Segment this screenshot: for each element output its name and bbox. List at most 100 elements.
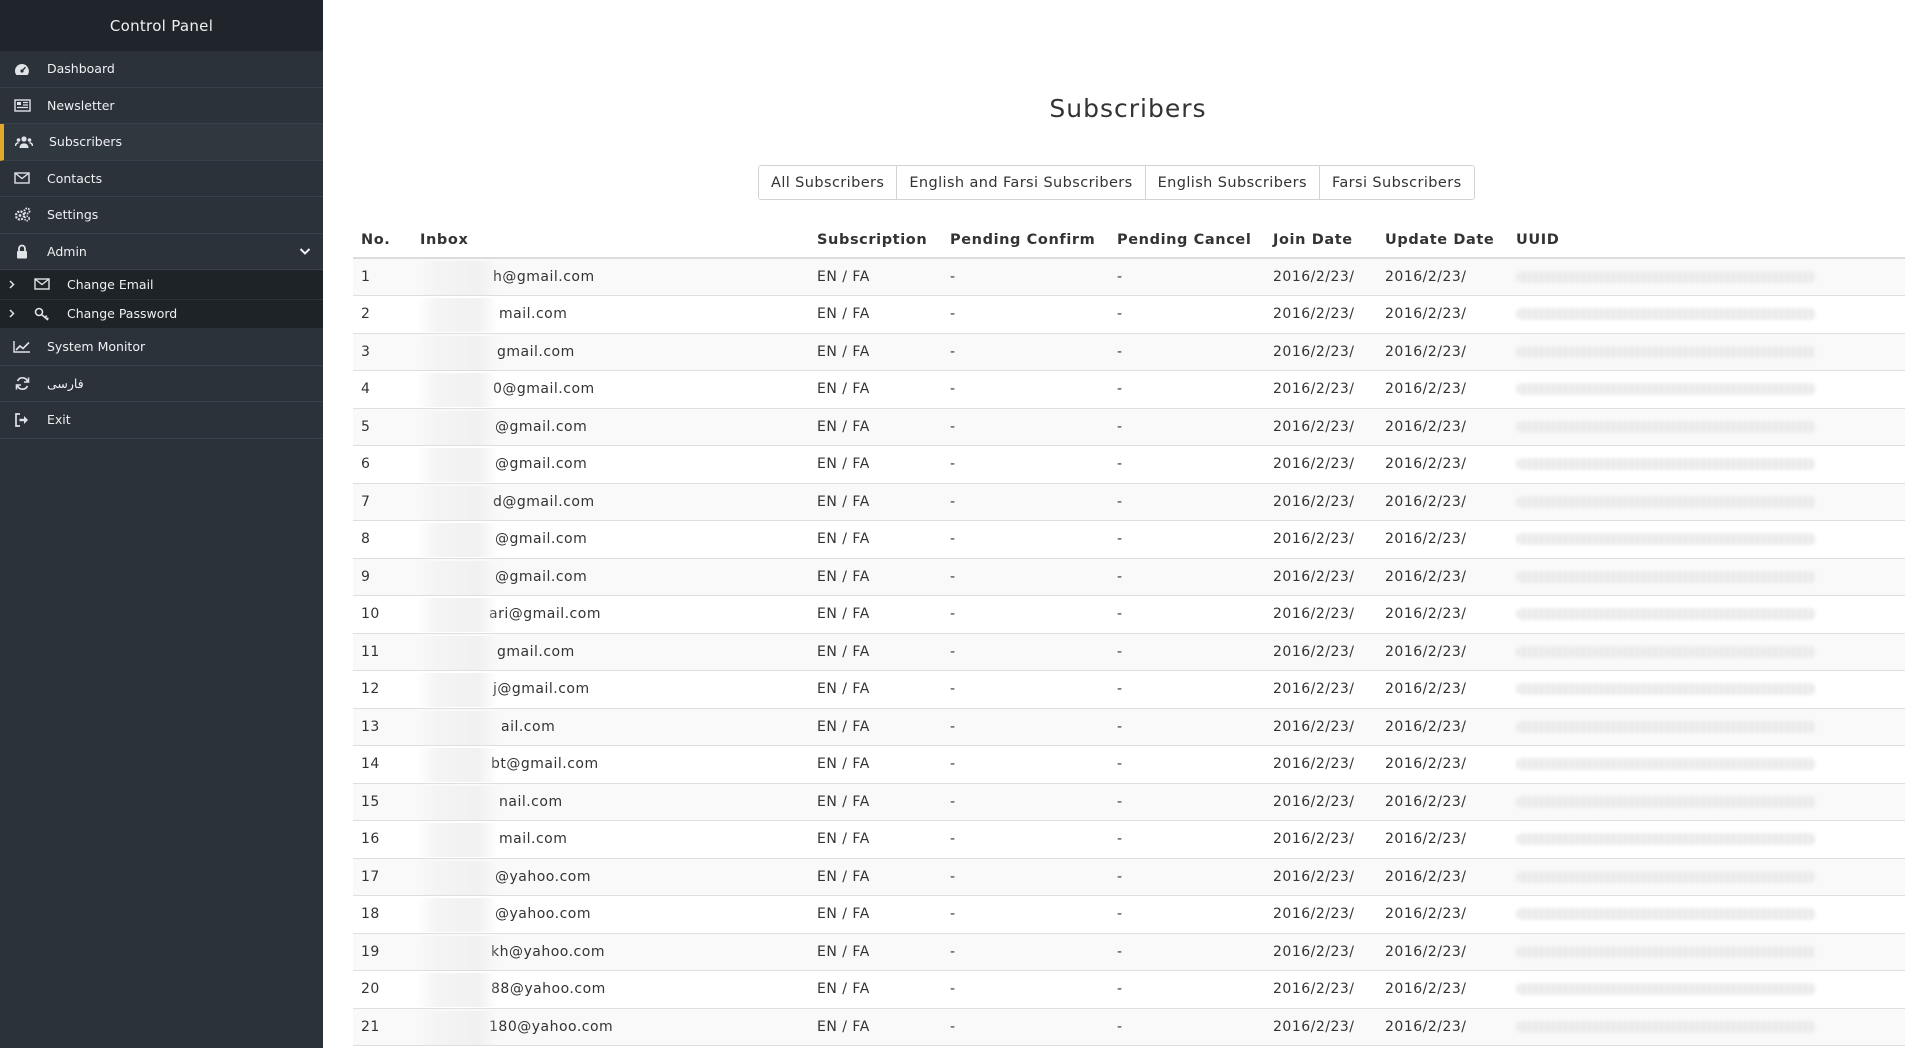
cell-inbox: @gmail.com: [412, 557, 809, 596]
cell-inbox: ail.com: [412, 707, 809, 746]
table-row[interactable]: 21 180@yahoo.com EN / FA - -2016/2/23/2016/2…: [353, 1007, 1905, 1046]
sidebar-item-label: Dashboard: [47, 61, 115, 77]
column-header-no[interactable]: No.: [353, 222, 412, 259]
table-row[interactable]: 13 ail.com EN / FA - -2016/2/23/2016/2/23/: [353, 707, 1905, 746]
cell-pending-cancel: -: [1109, 557, 1265, 596]
table-row[interactable]: 15 nail.com EN / FA - -2016/2/23/2016/2/23/: [353, 782, 1905, 821]
redaction-blur: [416, 560, 498, 595]
redaction-blur: [416, 261, 498, 295]
cell-pending-cancel: -: [1109, 295, 1265, 333]
column-header-uuid[interactable]: UUID: [1508, 222, 1905, 259]
column-header-pending-confirm[interactable]: Pending Confirm: [942, 222, 1109, 259]
column-header-update-date[interactable]: Update Date: [1377, 222, 1508, 259]
column-header-join-date[interactable]: Join Date: [1265, 222, 1377, 259]
cell-subscription: EN / FA: [809, 782, 942, 821]
sidebar-item-system-monitor[interactable]: System Monitor: [0, 329, 323, 366]
table-row[interactable]: 17 @yahoo.com EN / FA - -2016/2/23/2016/2/23…: [353, 857, 1905, 896]
chevron-down-icon[interactable]: [299, 244, 311, 259]
cell-pending-confirm: -: [942, 970, 1109, 1008]
filter-button-group: All Subscribers English and Farsi Subscr…: [758, 165, 1475, 200]
redaction-blur: [416, 1010, 498, 1045]
table-row[interactable]: 2 mail.com EN / FA - -2016/2/23/2016/2/23/: [353, 295, 1905, 333]
table-row[interactable]: 3 gmail.com EN / FA - -2016/2/23/2016/2/23/: [353, 332, 1905, 371]
column-header-pending-cancel[interactable]: Pending Cancel: [1109, 222, 1265, 259]
cell-pending-confirm: -: [942, 745, 1109, 783]
table-row[interactable]: 14 bt@gmail.com EN / FA - -2016/2/23/2016/2/…: [353, 745, 1905, 783]
sidebar-title: Control Panel: [0, 0, 323, 51]
cell-subscription: EN / FA: [809, 482, 942, 521]
sidebar-item-language[interactable]: فارسی: [0, 366, 323, 402]
sidebar-item-contacts[interactable]: Contacts: [0, 161, 323, 197]
cell-subscription: EN / FA: [809, 895, 942, 933]
cell-join-date: 2016/2/23/: [1265, 520, 1377, 558]
redaction-blur: [416, 823, 498, 857]
cell-pending-confirm: -: [942, 445, 1109, 483]
table-row[interactable]: 7 d@gmail.com EN / FA - -2016/2/23/2016/2/23…: [353, 482, 1905, 521]
sidebar-subitem-label: Change Password: [67, 306, 178, 322]
sidebar-item-newsletter[interactable]: Newsletter: [0, 88, 323, 124]
sidebar-item-exit[interactable]: Exit: [0, 402, 323, 439]
table-row[interactable]: 9 @gmail.com EN / FA - -2016/2/23/2016/2/23/: [353, 557, 1905, 596]
cell-update-date: 2016/2/23/: [1377, 445, 1508, 483]
cell-inbox: nail.com: [412, 782, 809, 821]
sidebar-subitem-change-email[interactable]: Change Email: [0, 270, 323, 300]
table-row[interactable]: 20 88@yahoo.com EN / FA - -2016/2/23/2016/2/…: [353, 970, 1905, 1008]
table-row[interactable]: 19 kh@yahoo.com EN / FA - -2016/2/23/2016/2/…: [353, 932, 1905, 971]
redaction-blur: [416, 448, 498, 482]
table-row[interactable]: 8 @gmail.com EN / FA - -2016/2/23/2016/2/23/: [353, 520, 1905, 558]
table-row[interactable]: 18 @yahoo.com EN / FA - -2016/2/23/2016/2/23…: [353, 895, 1905, 933]
line-chart-icon: [12, 339, 32, 355]
sidebar-subitem-change-password[interactable]: Change Password: [0, 299, 323, 329]
sidebar-item-label: Admin: [47, 243, 87, 259]
redaction-blur: [416, 710, 498, 745]
redaction-blur: [1516, 608, 1816, 621]
cell-join-date: 2016/2/23/: [1265, 932, 1377, 971]
cell-join-date: 2016/2/23/: [1265, 895, 1377, 933]
cell-update-date: 2016/2/23/: [1377, 407, 1508, 446]
column-header-inbox[interactable]: Inbox: [412, 222, 809, 259]
cell-no: 12: [353, 670, 412, 708]
table-row[interactable]: 4 0@gmail.com EN / FA - -2016/2/23/2016/2/23…: [353, 370, 1905, 408]
table-row[interactable]: 6 @gmail.com EN / FA - -2016/2/23/2016/2/23/: [353, 445, 1905, 483]
cell-pending-cancel: -: [1109, 332, 1265, 371]
cell-update-date: 2016/2/23/: [1377, 857, 1508, 896]
redaction-blur: [1516, 1020, 1816, 1033]
table-row[interactable]: 10 ari@gmail.com EN / FA - -2016/2/23/2016/2…: [353, 595, 1905, 633]
filter-english-farsi-subscribers[interactable]: English and Farsi Subscribers: [897, 166, 1146, 199]
table-row[interactable]: 12 j@gmail.com EN / FA - -2016/2/23/2016/2/2…: [353, 670, 1905, 708]
table-row[interactable]: 11 gmail.com EN / FA - -2016/2/23/2016/2/23/: [353, 632, 1905, 671]
redaction-blur: [416, 335, 498, 370]
cell-no: 7: [353, 482, 412, 521]
filter-all-subscribers[interactable]: All Subscribers: [759, 166, 898, 199]
cell-pending-confirm: -: [942, 557, 1109, 596]
cell-pending-confirm: -: [942, 632, 1109, 671]
cell-pending-confirm: -: [942, 370, 1109, 408]
sidebar-item-dashboard[interactable]: Dashboard: [0, 51, 323, 88]
sidebar-item-subscribers[interactable]: Subscribers: [0, 124, 323, 161]
subscribers-table-wrap: No. Inbox Subscription Pending Confirm P…: [353, 222, 1905, 1048]
sidebar-item-admin[interactable]: Admin: [0, 234, 323, 270]
sign-out-icon: [12, 412, 32, 428]
redaction-blur: [416, 523, 498, 557]
sidebar-item-settings[interactable]: Settings: [0, 197, 323, 234]
cell-pending-confirm: -: [942, 482, 1109, 521]
table-row[interactable]: 1 h@gmail.com EN / FA - -2016/2/23/2016/2/23…: [353, 257, 1905, 296]
redaction-blur: [416, 598, 498, 632]
table-row[interactable]: 16 mail.com EN / FA - -2016/2/23/2016/2/23/: [353, 820, 1905, 858]
cell-inbox: 180@yahoo.com: [412, 1007, 809, 1046]
cell-uuid: [1508, 970, 1905, 1008]
cell-uuid: [1508, 1007, 1905, 1046]
cell-inbox: kh@yahoo.com: [412, 932, 809, 971]
cell-no: 21: [353, 1007, 412, 1046]
cell-pending-cancel: -: [1109, 820, 1265, 858]
table-row[interactable]: 5 @gmail.com EN / FA - -2016/2/23/2016/2/23/: [353, 407, 1905, 446]
cell-subscription: EN / FA: [809, 857, 942, 896]
filter-farsi-subscribers[interactable]: Farsi Subscribers: [1319, 166, 1474, 199]
cell-pending-confirm: -: [942, 895, 1109, 933]
cell-uuid: [1508, 520, 1905, 558]
column-header-subscription[interactable]: Subscription: [809, 222, 942, 259]
redaction-blur: [416, 410, 498, 445]
filter-english-subscribers[interactable]: English Subscribers: [1145, 166, 1320, 199]
cell-inbox: ari@gmail.com: [412, 595, 809, 633]
cell-subscription: EN / FA: [809, 632, 942, 671]
